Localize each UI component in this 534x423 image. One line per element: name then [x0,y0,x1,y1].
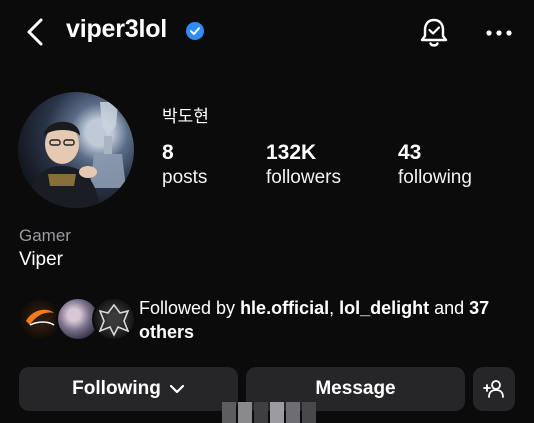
chevron-down-icon [169,384,184,394]
profile-full-name: 박도현 [162,107,209,126]
back-button[interactable] [20,14,50,50]
stat-followers[interactable]: 132K followers [266,141,341,191]
add-person-icon [483,380,504,398]
stat-followers-label: followers [266,167,341,188]
stat-posts-value: 8 [162,141,174,164]
chevron-left-icon [27,18,43,46]
mutual-avatar-1-logo [26,309,55,326]
profile-username: viper3lol [66,15,168,43]
followed-by-text[interactable]: Followed by hle.official, lol_delight an… [139,296,529,344]
followed-by-prefix: Followed by [139,298,241,318]
following-button-label: Following [72,378,161,399]
mutual-avatar-3 [92,297,136,341]
stat-posts[interactable]: 8 posts [162,141,207,191]
stat-following-value: 43 [398,141,422,164]
stat-posts-label: posts [162,167,208,188]
suggested-accounts-button[interactable] [473,367,515,411]
mutual-avatar-3-logo [98,303,130,337]
message-button-label: Message [315,378,396,399]
stat-following-label: following [398,167,472,188]
profile-category: Gamer [19,226,71,245]
notifications-button[interactable] [418,16,450,50]
bell-icon [420,18,448,47]
followed-by-separator: , [329,298,340,318]
followed-by-and: and [429,298,470,318]
verified-badge-icon [186,22,204,40]
profile-header: viper3lol [0,0,534,66]
following-button[interactable]: Following [19,367,238,411]
more-horizontal-icon [486,30,512,36]
stat-following[interactable]: 43 following [398,141,472,191]
followed-by-user-2[interactable]: lol_delight [339,298,429,318]
avatar-photo [28,102,126,208]
pixelated-redaction [222,402,316,423]
followed-by-suffix: others [139,322,195,342]
followed-by-count: 37 [469,298,490,318]
profile-screen: viper3lol 박도현 8 posts 132K followers 43 … [0,0,534,423]
profile-bio: Viper [19,249,64,270]
stat-followers-value: 132K [266,141,317,164]
more-options-button[interactable] [482,16,516,50]
profile-avatar[interactable] [18,92,134,208]
followed-by-user-1[interactable]: hle.official [240,298,329,318]
mutual-followers-avatars[interactable] [18,297,136,343]
